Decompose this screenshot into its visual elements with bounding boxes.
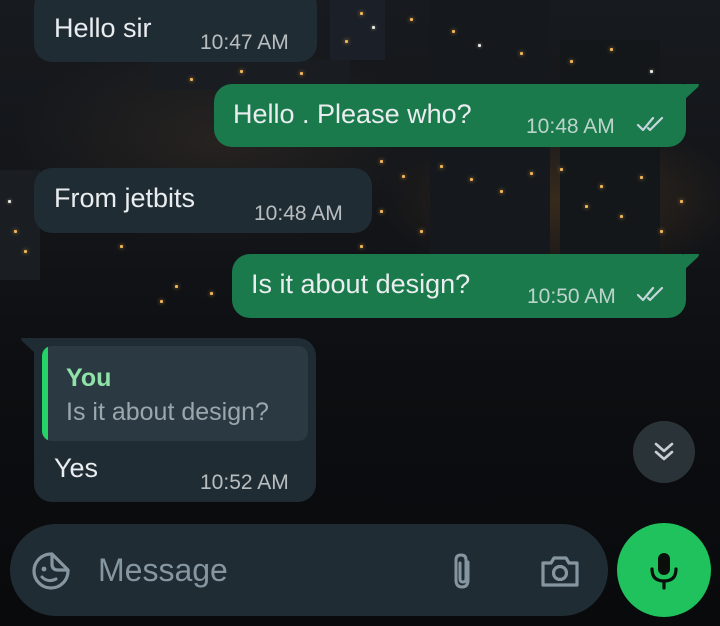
message-time: 10:52 AM bbox=[200, 471, 289, 494]
message-bubble-incoming[interactable]: Hello sir 10:47 AM bbox=[34, 0, 317, 62]
message-bubble-outgoing[interactable]: Is it about design? 10:50 AM bbox=[232, 254, 686, 318]
message-input-placeholder[interactable]: Message bbox=[98, 552, 228, 589]
message-text: Hello . Please who? bbox=[233, 99, 472, 129]
voice-message-button[interactable] bbox=[617, 523, 711, 617]
paperclip-icon[interactable] bbox=[440, 548, 486, 594]
message-time: 10:48 AM bbox=[526, 115, 615, 138]
message-bubble-incoming[interactable]: From jetbits 10:48 AM bbox=[34, 168, 372, 233]
message-time: 10:50 AM bbox=[527, 285, 616, 308]
sticker-icon[interactable] bbox=[28, 548, 74, 594]
scroll-to-bottom-button[interactable] bbox=[633, 421, 695, 483]
message-bubble-outgoing[interactable]: Hello . Please who? 10:48 AM bbox=[214, 84, 686, 147]
double-chevron-down-icon bbox=[654, 442, 674, 461]
message-input-bar[interactable]: Message bbox=[10, 524, 608, 616]
read-receipt-icon bbox=[636, 116, 664, 132]
microphone-icon bbox=[650, 553, 678, 590]
message-text: Hello sir bbox=[54, 13, 152, 43]
message-text: From jetbits bbox=[54, 183, 196, 213]
message-text: Is it about design? bbox=[251, 269, 471, 299]
message-bubble-incoming-reply[interactable]: You Is it about design? Yes 10:52 AM bbox=[34, 338, 316, 502]
message-time: 10:48 AM bbox=[254, 202, 343, 225]
quote-text: Is it about design? bbox=[66, 398, 269, 426]
quote-author: You bbox=[66, 364, 112, 392]
quoted-message[interactable]: You Is it about design? bbox=[42, 346, 308, 441]
camera-icon[interactable] bbox=[534, 548, 586, 594]
read-receipt-icon bbox=[636, 286, 664, 302]
bubble-tail bbox=[684, 254, 699, 270]
bubble-tail bbox=[684, 84, 699, 100]
quote-accent-bar bbox=[42, 346, 48, 441]
message-text: Yes bbox=[54, 453, 99, 483]
message-time: 10:47 AM bbox=[200, 31, 289, 54]
